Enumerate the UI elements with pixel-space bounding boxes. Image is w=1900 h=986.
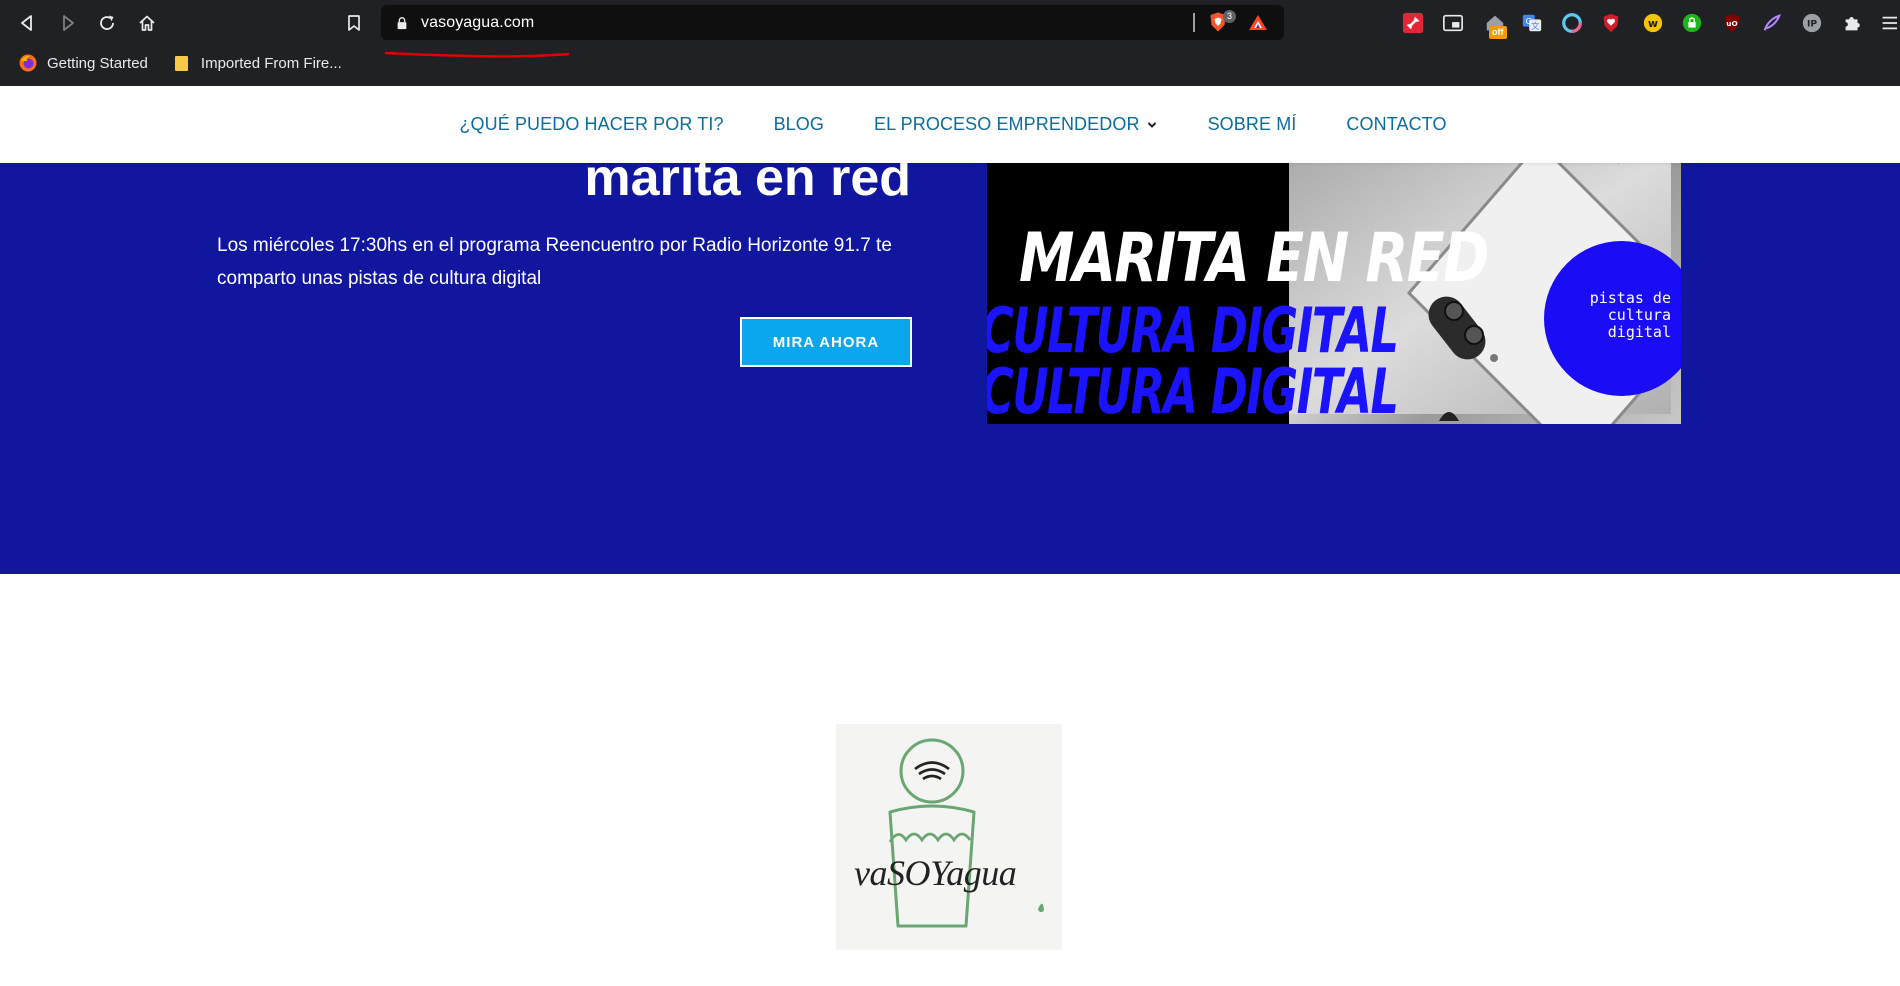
svg-text:文: 文: [1531, 21, 1539, 31]
hero-title: marita en red: [584, 163, 911, 207]
w-extension-icon[interactable]: w: [1641, 11, 1665, 35]
back-button[interactable]: [13, 9, 41, 37]
folder-icon: [174, 56, 188, 71]
forward-arrow-icon: [63, 15, 74, 31]
reload-button[interactable]: [93, 9, 121, 37]
ublock-origin-icon[interactable]: uO: [1720, 11, 1744, 35]
nav-que-puedo-hacer[interactable]: ¿QUÉ PUEDO HACER POR TI?: [459, 114, 723, 135]
url-text[interactable]: vasoyagua.com: [421, 14, 534, 32]
picture-in-picture-icon[interactable]: [1441, 11, 1465, 35]
bookmark-page-button[interactable]: [340, 9, 368, 37]
nav-proceso-emprendedor-label: EL PROCESO EMPRENDEDOR: [873, 114, 1140, 134]
menu-icon[interactable]: [1878, 11, 1898, 35]
nav-sobre-mi[interactable]: SOBRE MÍ: [1208, 114, 1297, 135]
green-lock-extension-icon[interactable]: [1680, 11, 1704, 35]
home-button[interactable]: [133, 9, 161, 37]
lock-icon[interactable]: [394, 15, 410, 31]
svg-text:G: G: [1526, 16, 1532, 26]
marita-en-red-banner[interactable]: MARITA EN RED CULTURA DIGITAL CULTURA DI…: [987, 163, 1681, 424]
url-divider: [1193, 13, 1195, 32]
bookmark-label: Imported From Fire...: [200, 54, 342, 72]
brave-rewards-icon[interactable]: [1248, 13, 1268, 33]
banner-subline-2: CULTURA DIGITAL: [987, 355, 1399, 424]
nav-blog[interactable]: BLOG: [774, 114, 824, 135]
extension-off-badge: off: [1489, 26, 1507, 39]
hero-description: Los miércoles 17:30hs en el programa Ree…: [217, 235, 892, 289]
heart-shield-extension-icon[interactable]: [1599, 11, 1623, 35]
bookmarks-bar: Getting Started Imported From Fire...: [0, 47, 1900, 79]
address-bar[interactable]: vasoyagua.com 3: [381, 5, 1284, 40]
bookmark-imported-folder[interactable]: Imported From Fire...: [172, 53, 342, 73]
hero-section: marita en red Los miércoles 17:30hs en e…: [0, 163, 1900, 574]
svg-text:IP: IP: [1807, 19, 1817, 30]
ip-extension-icon[interactable]: IP: [1800, 11, 1824, 35]
pin-extension-icon[interactable]: [1401, 11, 1425, 35]
shield-count-badge: 3: [1223, 10, 1236, 23]
svg-text:w: w: [1648, 17, 1658, 30]
banner-headline: MARITA EN RED: [1019, 219, 1489, 298]
translate-extension-icon[interactable]: 文G: [1520, 11, 1544, 35]
main-menu: ¿QUÉ PUEDO HACER POR TI? BLOG EL PROCESO…: [434, 114, 1471, 135]
chevron-down-icon: [1147, 121, 1156, 128]
svg-text:uO: uO: [1726, 19, 1737, 28]
back-arrow-icon: [21, 15, 32, 31]
forward-button[interactable]: [54, 9, 82, 37]
firefox-icon: [19, 54, 37, 72]
logo-wordmark: vaSOYagua: [854, 853, 1017, 893]
nav-contacto[interactable]: CONTACTO: [1346, 114, 1446, 135]
site-navigation: ¿QUÉ PUEDO HACER POR TI? BLOG EL PROCESO…: [0, 86, 1900, 163]
circle-caption: pistas de cultura digital: [1589, 289, 1671, 341]
nav-proceso-emprendedor[interactable]: EL PROCESO EMPRENDEDOR: [874, 114, 1158, 135]
bookmark-getting-started[interactable]: Getting Started: [18, 53, 148, 73]
feather-extension-icon[interactable]: [1760, 11, 1784, 35]
browser-chrome: vasoyagua.com 3 off 文G w uO IP Getting S…: [0, 0, 1900, 86]
home-icon: [139, 15, 155, 31]
vasoyagua-logo: vaSOYagua: [836, 724, 1062, 950]
bookmark-label: Getting Started: [47, 54, 148, 72]
color-ring-extension-icon[interactable]: [1560, 11, 1584, 35]
water-glass-logo-icon: [888, 738, 1044, 928]
extensions-puzzle-icon[interactable]: [1840, 11, 1864, 35]
bookmark-icon: [348, 15, 360, 31]
mira-ahora-button[interactable]: MIRA AHORA: [740, 317, 912, 367]
reload-icon: [100, 15, 114, 30]
banner-subline-1: CULTURA DIGITAL: [987, 294, 1399, 367]
